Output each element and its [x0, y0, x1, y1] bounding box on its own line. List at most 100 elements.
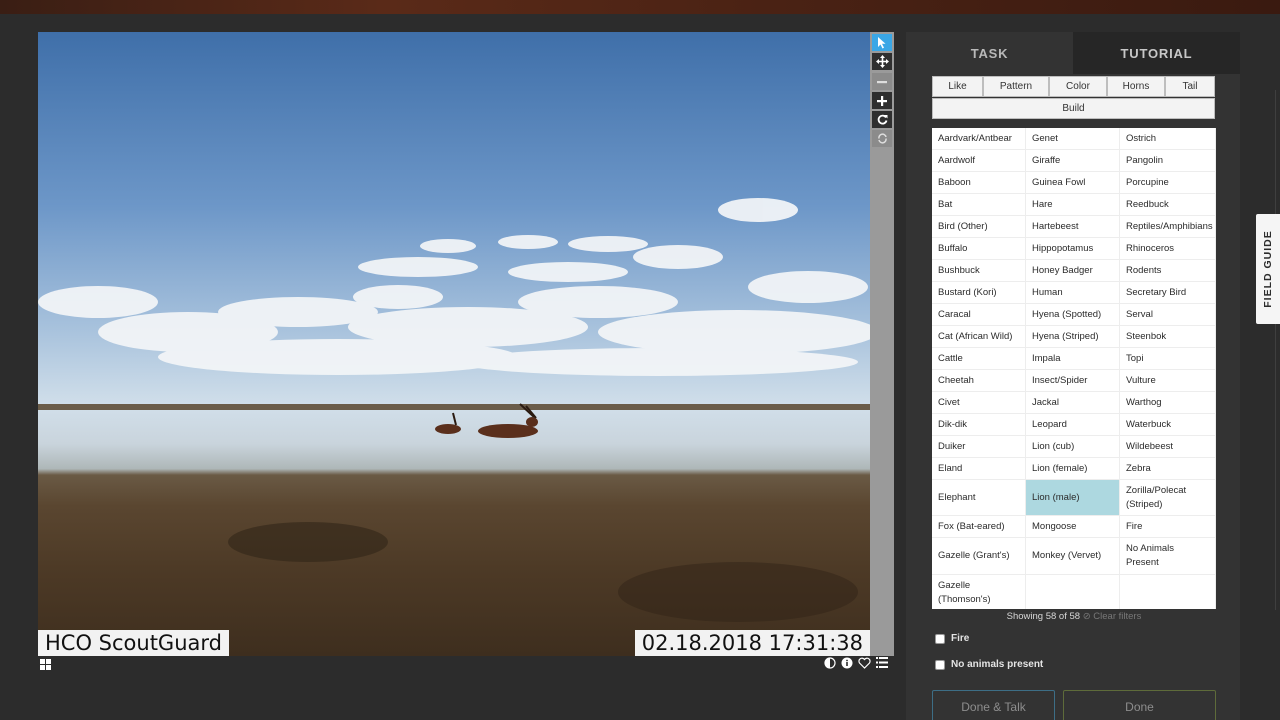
- choice-item[interactable]: Guinea Fowl: [1026, 172, 1120, 194]
- choice-item[interactable]: Lion (female): [1026, 458, 1120, 480]
- choice-item[interactable]: Elephant: [932, 480, 1026, 516]
- choice-item[interactable]: Hippopotamus: [1026, 238, 1120, 260]
- filter-build[interactable]: Build: [932, 98, 1215, 119]
- choice-item[interactable]: Human: [1026, 282, 1120, 304]
- showing-status: Showing 58 of 58 ⊘ Clear filters: [932, 611, 1216, 622]
- choice-item[interactable]: Wildebeest: [1120, 436, 1216, 458]
- choice-item[interactable]: Gazelle (Thomson's): [932, 575, 1026, 609]
- favorite-icon[interactable]: [858, 657, 871, 672]
- choice-item[interactable]: Zorilla/Polecat (Striped): [1120, 480, 1216, 516]
- camera-caption: HCO ScoutGuard: [38, 630, 229, 656]
- choice-item[interactable]: Warthog: [1120, 392, 1216, 414]
- subject-image[interactable]: HCO ScoutGuard 02.18.2018 17:31:38: [38, 32, 870, 656]
- showing-count: Showing 58 of 58: [1006, 611, 1081, 622]
- choice-item[interactable]: Hare: [1026, 194, 1120, 216]
- choice-item[interactable]: Serval: [1120, 304, 1216, 326]
- choice-item[interactable]: Baboon: [932, 172, 1026, 194]
- done-and-talk-button[interactable]: Done & Talk: [932, 690, 1055, 720]
- top-banner: [0, 0, 1280, 14]
- reset-icon[interactable]: [872, 130, 892, 147]
- choice-item[interactable]: Fox (Bat-eared): [932, 516, 1026, 538]
- choice-item[interactable]: Ostrich: [1120, 128, 1216, 150]
- choice-item[interactable]: Giraffe: [1026, 150, 1120, 172]
- choice-item[interactable]: Cattle: [932, 348, 1026, 370]
- choice-item[interactable]: Reptiles/Amphibians: [1120, 216, 1216, 238]
- filter-bar: Like Pattern Color Horns Tail Build: [932, 76, 1215, 119]
- move-icon[interactable]: [872, 53, 892, 70]
- choice-item[interactable]: Gazelle (Grant's): [932, 538, 1026, 575]
- choice-item[interactable]: Bat: [932, 194, 1026, 216]
- filter-color[interactable]: Color: [1049, 76, 1107, 97]
- no-animals-checkbox[interactable]: No animals present: [935, 659, 1043, 670]
- choice-item[interactable]: Lion (cub): [1026, 436, 1120, 458]
- choice-item[interactable]: Pangolin: [1120, 150, 1216, 172]
- image-toolbar: [870, 32, 894, 656]
- zoom-out-icon[interactable]: [872, 73, 892, 90]
- choice-item[interactable]: Duiker: [932, 436, 1026, 458]
- choice-item[interactable]: Vulture: [1120, 370, 1216, 392]
- timestamp-caption: 02.18.2018 17:31:38: [634, 630, 870, 656]
- choice-item[interactable]: Monkey (Vervet): [1026, 538, 1120, 575]
- fire-checkbox[interactable]: Fire: [935, 633, 969, 644]
- choice-item[interactable]: Jackal: [1026, 392, 1120, 414]
- choice-item[interactable]: Bird (Other): [932, 216, 1026, 238]
- choice-item[interactable]: Honey Badger: [1026, 260, 1120, 282]
- task-panel: TASK TUTORIAL Like Pattern Color Horns T…: [906, 32, 1240, 720]
- choice-item[interactable]: Leopard: [1026, 414, 1120, 436]
- grid-icon[interactable]: [40, 658, 51, 673]
- pointer-icon[interactable]: [872, 34, 892, 51]
- invert-icon[interactable]: [824, 657, 836, 672]
- choice-item[interactable]: Aardvark/Antbear: [932, 128, 1026, 150]
- rotate-icon[interactable]: [872, 111, 892, 128]
- choice-item[interactable]: Genet: [1026, 128, 1120, 150]
- choice-item[interactable]: Dik-dik: [932, 414, 1026, 436]
- filter-tail[interactable]: Tail: [1165, 76, 1215, 97]
- choice-item[interactable]: Fire: [1120, 516, 1216, 538]
- choice-empty-cell: [1120, 575, 1216, 609]
- divider: [1275, 90, 1276, 610]
- choice-item[interactable]: Cheetah: [932, 370, 1026, 392]
- fire-label: Fire: [951, 633, 970, 644]
- choice-item[interactable]: Zebra: [1120, 458, 1216, 480]
- field-guide-tab[interactable]: FIELD GUIDE: [1256, 214, 1280, 324]
- tab-tutorial[interactable]: TUTORIAL: [1073, 32, 1240, 74]
- collections-icon[interactable]: [876, 657, 888, 672]
- choice-item[interactable]: Porcupine: [1120, 172, 1216, 194]
- choice-item[interactable]: Lion (male): [1026, 480, 1120, 516]
- choice-item[interactable]: Topi: [1120, 348, 1216, 370]
- choice-empty-cell: [1026, 575, 1120, 609]
- done-button[interactable]: Done: [1063, 690, 1216, 720]
- choice-item[interactable]: Eland: [932, 458, 1026, 480]
- tab-task[interactable]: TASK: [906, 32, 1073, 74]
- choice-item[interactable]: Rhinoceros: [1120, 238, 1216, 260]
- choice-item[interactable]: Secretary Bird: [1120, 282, 1216, 304]
- choice-item[interactable]: Steenbok: [1120, 326, 1216, 348]
- choice-item[interactable]: Caracal: [932, 304, 1026, 326]
- choice-item[interactable]: Bushbuck: [932, 260, 1026, 282]
- info-icon[interactable]: [841, 657, 853, 672]
- zoom-in-icon[interactable]: [872, 92, 892, 109]
- checkbox-box[interactable]: [935, 633, 945, 644]
- choice-item[interactable]: Civet: [932, 392, 1026, 414]
- choice-item[interactable]: Hartebeest: [1026, 216, 1120, 238]
- choice-item[interactable]: Aardwolf: [932, 150, 1026, 172]
- clear-filters-link[interactable]: ⊘ Clear filters: [1083, 611, 1142, 622]
- choice-item[interactable]: Impala: [1026, 348, 1120, 370]
- choice-item[interactable]: Mongoose: [1026, 516, 1120, 538]
- checkbox-box[interactable]: [935, 659, 945, 670]
- choice-item[interactable]: Insect/Spider: [1026, 370, 1120, 392]
- filter-horns[interactable]: Horns: [1107, 76, 1165, 97]
- choice-item[interactable]: Reedbuck: [1120, 194, 1216, 216]
- choice-item[interactable]: Rodents: [1120, 260, 1216, 282]
- subject-meta-tools: [824, 657, 888, 672]
- choice-item[interactable]: Cat (African Wild): [932, 326, 1026, 348]
- choice-item[interactable]: Bustard (Kori): [932, 282, 1026, 304]
- filter-pattern[interactable]: Pattern: [983, 76, 1049, 97]
- filter-like[interactable]: Like: [932, 76, 983, 97]
- choice-item[interactable]: Waterbuck: [1120, 414, 1216, 436]
- choice-item[interactable]: Buffalo: [932, 238, 1026, 260]
- choice-item[interactable]: No Animals Present: [1120, 538, 1216, 575]
- no-animals-label: No animals present: [951, 659, 1044, 670]
- choice-item[interactable]: Hyena (Striped): [1026, 326, 1120, 348]
- choice-item[interactable]: Hyena (Spotted): [1026, 304, 1120, 326]
